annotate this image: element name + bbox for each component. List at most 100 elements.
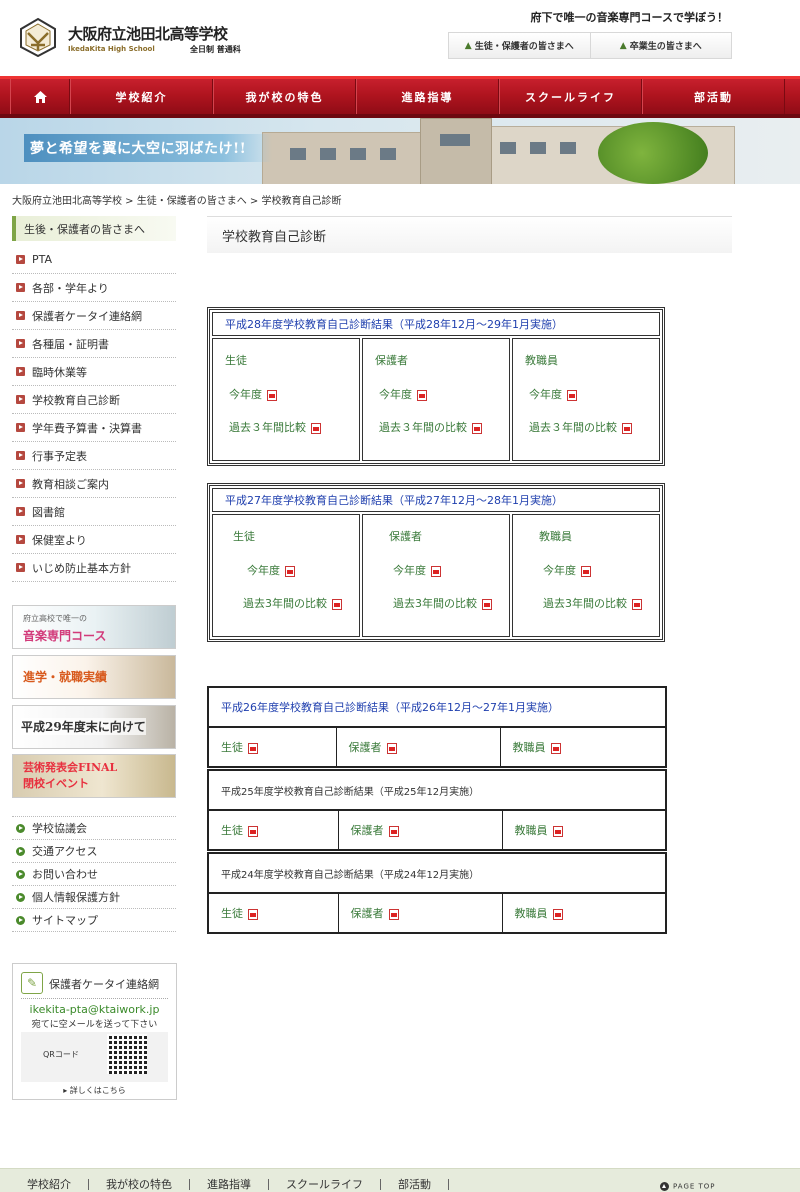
link-label: 保護者: [348, 741, 382, 754]
alumni-button[interactable]: ▲ 卒業生の皆さまへ: [589, 33, 732, 58]
link-label: 今年度: [229, 388, 262, 401]
mobile-note: 宛てに空メールを送って下さい: [31, 1020, 158, 1030]
h27-parents-this-year-link[interactable]: 今年度: [393, 562, 441, 578]
nav-career[interactable]: 進路指導: [356, 79, 499, 114]
sidebar-link-council[interactable]: 学校協議会: [12, 817, 176, 840]
header-audience-buttons: ▲ 生徒・保護者の皆さまへ ▲ 卒業生の皆さまへ: [448, 32, 732, 59]
h27-staff-this-year-link[interactable]: 今年度: [543, 562, 591, 578]
window-shape: [290, 148, 306, 160]
arrow-bullet-icon: [16, 423, 25, 432]
nav-features[interactable]: 我が校の特色: [213, 79, 356, 114]
pdf-icon: [248, 908, 258, 920]
breadcrumb-home[interactable]: 大阪府立池田北高等学校: [12, 196, 122, 207]
pdf-icon: [248, 825, 258, 837]
qr-area: QRコード: [21, 1032, 168, 1082]
h27-students-this-year-link[interactable]: 今年度: [247, 562, 295, 578]
footer-nav-school-intro[interactable]: 学校紹介: [10, 1179, 89, 1190]
music-course-banner[interactable]: 府立高校で唯一の 音楽専門コース: [12, 605, 176, 649]
link-label: 過去３年間の比較: [528, 421, 617, 434]
nav-clubs[interactable]: 部活動: [642, 79, 785, 114]
window-shape: [530, 142, 546, 154]
sidebar-link-privacy[interactable]: 個人情報保護方針: [12, 886, 176, 909]
pdf-icon: [550, 742, 561, 754]
sidebar-link-contact[interactable]: お問い合わせ: [12, 863, 176, 886]
nav-school-life[interactable]: スクールライフ: [499, 79, 642, 114]
sidebar-link-sitemap[interactable]: サイトマップ: [12, 909, 176, 932]
link-label: 今年度: [528, 388, 562, 401]
sidebar-item-library[interactable]: 図書館: [12, 498, 176, 526]
h24-students-link[interactable]: 生徒: [207, 892, 339, 934]
home-icon: [33, 90, 47, 103]
sidebar-item-budget[interactable]: 学年費予算書・決算書: [12, 414, 176, 442]
header-catchphrase: 府下で唯一の音楽専門コースで学ぼう！: [530, 11, 728, 24]
sidebar-item-health-room[interactable]: 保健室より: [12, 526, 176, 554]
sidebar-item-self-diagnosis[interactable]: 学校教育自己診断: [12, 386, 176, 414]
link-label: 過去3年間の比較: [542, 597, 627, 610]
footer-nav-clubs[interactable]: 部活動: [381, 1179, 449, 1190]
h28-students-compare-link[interactable]: 過去３年間比較: [229, 419, 321, 435]
sidebar-item-label: 図書館: [32, 505, 65, 519]
link-label: 今年度: [542, 564, 576, 577]
h26-students-link[interactable]: 生徒: [207, 726, 337, 768]
tree-image: [598, 122, 708, 184]
breadcrumb-parents[interactable]: 生徒・保護者の皆さまへ: [137, 196, 247, 207]
qr-label: QRコード: [43, 1050, 79, 1059]
pdf-icon: [332, 598, 342, 610]
closing-event-banner[interactable]: 芸術発表会FINAL 閉校イベント: [12, 754, 176, 798]
school-logo-link[interactable]: 大阪府立池田北高等学校 IkedaKita High School 全日制 普通…: [18, 17, 258, 59]
nav-school-intro[interactable]: 学校紹介: [70, 79, 213, 114]
h24-parents-link[interactable]: 保護者: [337, 892, 503, 934]
parents-button[interactable]: ▲ 生徒・保護者の皆さまへ: [449, 33, 590, 58]
link-label: 保護者: [350, 824, 384, 837]
sidebar-item-pta[interactable]: PTA: [12, 246, 176, 274]
banner-title: 平成29年度末に向けて: [21, 718, 146, 735]
pdf-icon: [430, 565, 441, 577]
cell-heading: 生徒: [225, 354, 247, 367]
h26-parents-link[interactable]: 保護者: [335, 726, 501, 768]
nav-home[interactable]: [10, 79, 70, 114]
footer-nav-school-life[interactable]: スクールライフ: [269, 1179, 381, 1190]
link-label: 今年度: [392, 564, 426, 577]
sidebar-item-label: 行事予定表: [32, 449, 87, 463]
h24-staff-link[interactable]: 教職員: [501, 892, 667, 934]
mobile-details-link[interactable]: ▸ 詳しくはこちら: [13, 1085, 176, 1096]
sidebar-item-forms[interactable]: 各種届・証明書: [12, 330, 176, 358]
pdf-icon: [631, 598, 642, 610]
h28-parents-compare-link[interactable]: 過去３年間の比較: [379, 419, 482, 435]
mobile-email-link[interactable]: ikekita-pta@ktaiwork.jp: [13, 1003, 176, 1016]
sidebar-item-anti-bullying[interactable]: いじめ防止基本方針: [12, 554, 176, 582]
h25-staff-link[interactable]: 教職員: [501, 809, 667, 851]
career-results-banner[interactable]: 進学・就職実績: [12, 655, 176, 699]
sidebar-item-schedule[interactable]: 行事予定表: [12, 442, 176, 470]
h26-caption: 平成26年度学校教育自己診断結果（平成26年12月～27年1月実施）: [207, 686, 667, 728]
h27-students-compare-link[interactable]: 過去3年間の比較: [243, 595, 342, 611]
page-top-link[interactable]: PAGE TOP: [660, 1182, 716, 1191]
sidebar-item-label: 保健室より: [32, 533, 87, 547]
sidebar-item-mobile-network[interactable]: 保護者ケータイ連絡網: [12, 302, 176, 330]
h27-parents-compare-link[interactable]: 過去3年間の比較: [393, 595, 492, 611]
sidebar-item-counseling[interactable]: 教育相談ご案内: [12, 470, 176, 498]
link-label: 保護者: [350, 907, 384, 920]
h26-staff-link[interactable]: 教職員: [499, 726, 667, 768]
sidebar-link-access[interactable]: 交通アクセス: [12, 840, 176, 863]
link-label: 過去3年間の比較: [243, 597, 327, 610]
h25-parents-link[interactable]: 保護者: [337, 809, 503, 851]
h28-parents-this-year-link[interactable]: 今年度: [379, 386, 427, 402]
phone-icon: ✎: [21, 972, 43, 994]
sidebar-heading: 生後・保護者の皆さまへ: [12, 216, 176, 241]
h27-staff-compare-link[interactable]: 過去3年間の比較: [543, 595, 642, 611]
h28-staff-this-year-link[interactable]: 今年度: [529, 386, 577, 402]
link-label: 教職員: [514, 907, 548, 920]
footer-nav-features[interactable]: 我が校の特色: [89, 1179, 190, 1190]
h28-students-this-year-link[interactable]: 今年度: [229, 386, 277, 402]
footer-nav-career[interactable]: 進路指導: [190, 1179, 269, 1190]
pdf-icon: [471, 422, 482, 434]
arrow-bullet-icon: [16, 311, 25, 320]
h25-students-link[interactable]: 生徒: [207, 809, 339, 851]
sidebar-item-closures[interactable]: 臨時休業等: [12, 358, 176, 386]
sidebar-item-departments[interactable]: 各部・学年より: [12, 274, 176, 302]
banner-line-2: 閉校イベント: [23, 777, 89, 790]
h28-staff-compare-link[interactable]: 過去３年間の比較: [529, 419, 632, 435]
pdf-icon: [621, 422, 632, 434]
h29-banner[interactable]: 平成29年度末に向けて: [12, 705, 176, 749]
